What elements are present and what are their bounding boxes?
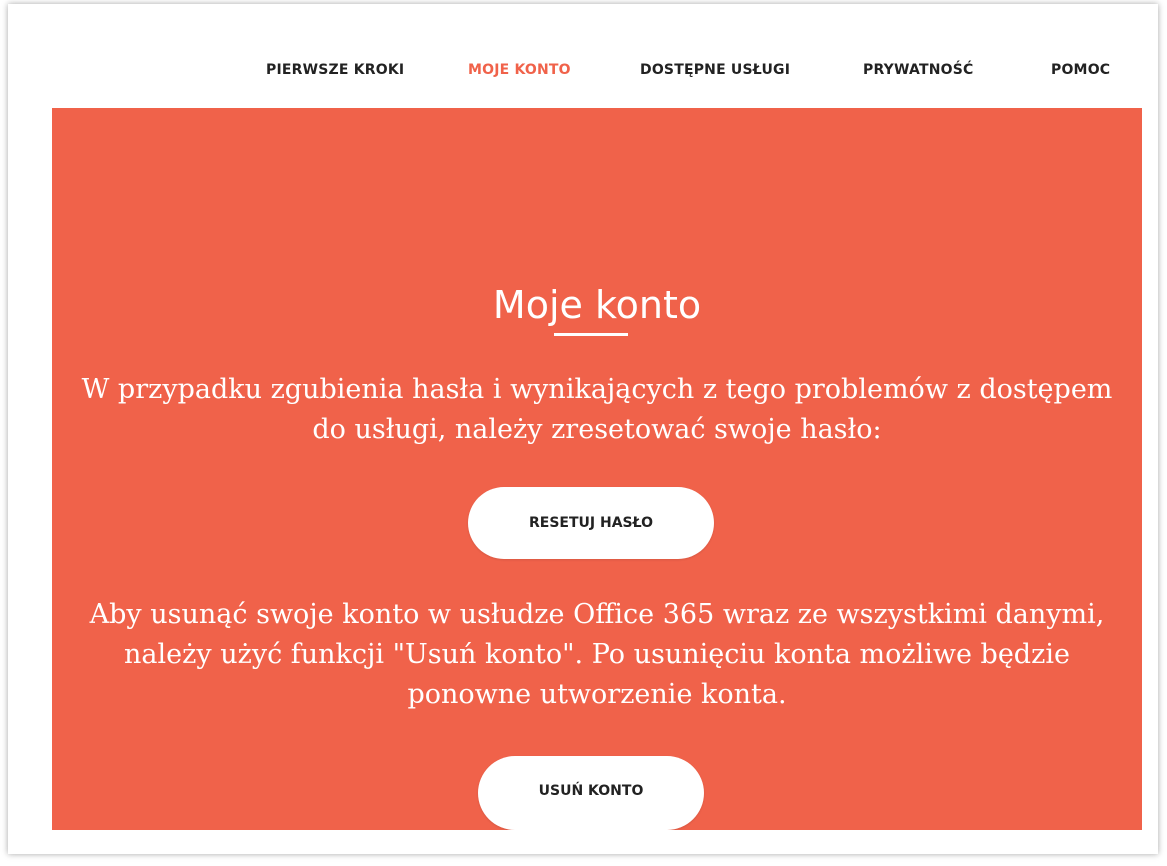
nav-item-pierwsze-kroki[interactable]: PIERWSZE KROKI bbox=[266, 62, 404, 78]
nav-item-prywatnosc[interactable]: PRYWATNOŚĆ bbox=[863, 62, 974, 78]
delete-description-line-1: Aby usunąć swoje konto w usłudze Office … bbox=[89, 599, 1105, 630]
browser-frame: PIERWSZE KROKI MOJE KONTO DOSTĘPNE USŁUG… bbox=[8, 4, 1158, 854]
nav-item-dostepne-uslugi[interactable]: DOSTĘPNE USŁUGI bbox=[640, 62, 790, 78]
top-navigation: PIERWSZE KROKI MOJE KONTO DOSTĘPNE USŁUG… bbox=[8, 4, 1158, 108]
title-underline bbox=[554, 333, 628, 336]
nav-item-pomoc[interactable]: POMOC bbox=[1051, 62, 1110, 78]
delete-description-line-3: ponowne utworzenie konta. bbox=[407, 679, 787, 710]
page-title: Moje konto bbox=[492, 283, 702, 328]
reset-description-line-1: W przypadku zgubienia hasła i wynikający… bbox=[81, 374, 1113, 405]
delete-account-description: Aby usunąć swoje konto w usłudze Office … bbox=[52, 595, 1142, 715]
reset-description-line-2: do usługi, należy zresetować swoje hasło… bbox=[312, 414, 882, 445]
nav-item-moje-konto[interactable]: MOJE KONTO bbox=[468, 62, 571, 78]
hero-section: Moje konto W przypadku zgubienia hasła i… bbox=[52, 108, 1142, 830]
delete-description-line-2: należy użyć funkcji "Usuń konto". Po usu… bbox=[124, 639, 1070, 670]
delete-account-button[interactable]: USUŃ KONTO bbox=[478, 756, 704, 830]
reset-password-button[interactable]: RESETUJ HASŁO bbox=[468, 487, 714, 559]
reset-password-description: W przypadku zgubienia hasła i wynikający… bbox=[52, 370, 1142, 450]
